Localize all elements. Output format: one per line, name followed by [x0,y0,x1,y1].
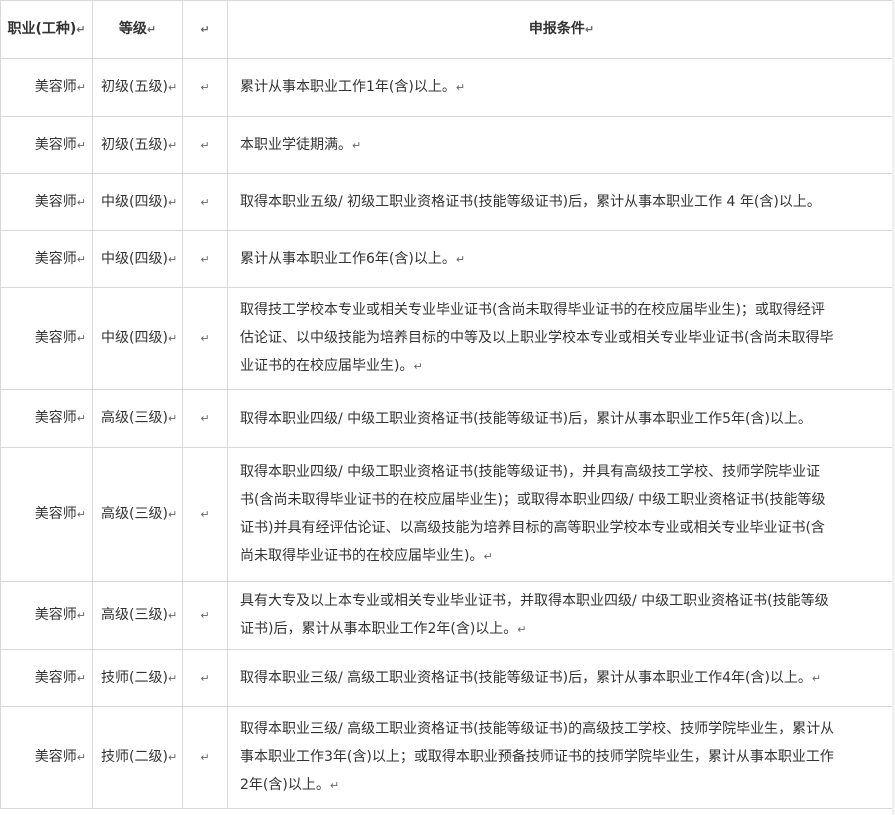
header-condition: 申报条件↵ [227,0,895,59]
table-row: 美容师↵ 中级(四级)↵ ↵ 累计从事本职业工作6年(含)以上。↵ [0,230,895,288]
job-cell: 美容师↵ [0,706,93,809]
condition-cell: 取得本职业三级/ 高级工职业资格证书(技能等级证书)的高级技工学校、技师学院毕业… [227,706,895,809]
job-cell: 美容师↵ [0,287,93,390]
job-cell: 美容师↵ [0,581,93,650]
table-row: 美容师↵ 技师(二级)↵ ↵ 取得本职业三级/ 高级工职业资格证书(技能等级证书… [0,706,895,809]
level-cell: 高级(三级)↵ [92,581,183,650]
header-blank: ↵ [182,0,228,59]
blank-cell: ↵ [182,173,228,231]
header-job: 职业(工种)↵ [0,0,93,59]
level-cell: 技师(二级)↵ [92,649,183,707]
level-cell: 高级(三级)↵ [92,447,183,582]
blank-cell: ↵ [182,447,228,582]
blank-cell: ↵ [182,389,228,448]
level-cell: 初级(五级)↵ [92,58,183,117]
table-row: 美容师↵ 中级(四级)↵ ↵ 取得技工学校本专业或相关专业毕业证书(含尚未取得毕… [0,287,895,390]
condition-cell: 累计从事本职业工作6年(含)以上。↵ [227,230,895,288]
job-cell: 美容师↵ [0,447,93,582]
level-cell: 高级(三级)↵ [92,389,183,448]
blank-cell: ↵ [182,649,228,707]
level-cell: 中级(四级)↵ [92,287,183,390]
condition-cell: 具有大专及以上本专业或相关专业毕业证书，并取得本职业四级/ 中级工职业资格证书(… [227,581,895,650]
condition-cell: 本职业学徒期满。↵ [227,116,895,174]
blank-cell: ↵ [182,58,228,117]
blank-cell: ↵ [182,581,228,650]
job-cell: 美容师↵ [0,230,93,288]
condition-cell: 取得技工学校本专业或相关专业毕业证书(含尚未取得毕业证书的在校应届毕业生)；或取… [227,287,895,390]
table-row: 美容师↵ 初级(五级)↵ ↵ 本职业学徒期满。↵ [0,116,895,174]
blank-cell: ↵ [182,706,228,809]
qualification-table: 职业(工种)↵ 等级↵ ↵ 申报条件↵ 美容师↵ 初级(五级)↵ ↵ 累计从事本… [0,0,895,809]
blank-cell: ↵ [182,287,228,390]
condition-cell: 取得本职业四级/ 中级工职业资格证书(技能等级证书)，并具有高级技工学校、技师学… [227,447,895,582]
table-row: 美容师↵ 技师(二级)↵ ↵ 取得本职业三级/ 高级工职业资格证书(技能等级证书… [0,649,895,707]
table-row: 美容师↵ 初级(五级)↵ ↵ 累计从事本职业工作1年(含)以上。↵ [0,58,895,117]
table-header-row: 职业(工种)↵ 等级↵ ↵ 申报条件↵ [0,0,895,59]
job-cell: 美容师↵ [0,173,93,231]
table-row: 美容师↵ 高级(三级)↵ ↵ 取得本职业四级/ 中级工职业资格证书(技能等级证书… [0,389,895,448]
job-cell: 美容师↵ [0,389,93,448]
header-level: 等级↵ [92,0,183,59]
level-cell: 初级(五级)↵ [92,116,183,174]
table-row: 美容师↵ 高级(三级)↵ ↵ 取得本职业四级/ 中级工职业资格证书(技能等级证书… [0,447,895,582]
level-cell: 中级(四级)↵ [92,230,183,288]
condition-cell: 取得本职业四级/ 中级工职业资格证书(技能等级证书)后，累计从事本职业工作5年(… [227,389,895,448]
table-row: 美容师↵ 高级(三级)↵ ↵ 具有大专及以上本专业或相关专业毕业证书，并取得本职… [0,581,895,650]
condition-cell: 取得本职业五级/ 初级工职业资格证书(技能等级证书)后，累计从事本职业工作 4 … [227,173,895,231]
table-row: 美容师↵ 中级(四级)↵ ↵ 取得本职业五级/ 初级工职业资格证书(技能等级证书… [0,173,895,231]
level-cell: 中级(四级)↵ [92,173,183,231]
level-cell: 技师(二级)↵ [92,706,183,809]
condition-cell: 取得本职业三级/ 高级工职业资格证书(技能等级证书)后，累计从事本职业工作4年(… [227,649,895,707]
job-cell: 美容师↵ [0,58,93,117]
condition-cell: 累计从事本职业工作1年(含)以上。↵ [227,58,895,117]
blank-cell: ↵ [182,116,228,174]
job-cell: 美容师↵ [0,116,93,174]
blank-cell: ↵ [182,230,228,288]
job-cell: 美容师↵ [0,649,93,707]
